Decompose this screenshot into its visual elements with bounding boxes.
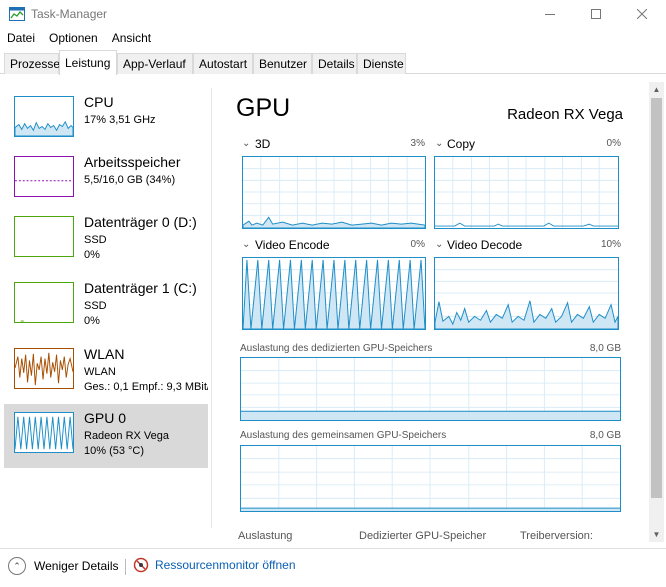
sidebar-memory-usage: 5,5/16,0 GB (34%) [84, 174, 176, 186]
sidebar-disk0-title: Datenträger 0 (D:) [84, 214, 197, 230]
title-bar: Task-Manager [0, 0, 666, 28]
wlan-thumbnail-graph [14, 348, 74, 389]
engine-video-decode-label[interactable]: Video Decode [447, 238, 522, 252]
disk0-thumbnail-graph [14, 216, 74, 257]
footer-bar: ⌃ Weniger Details Ressourcenmonitor öffn… [0, 548, 666, 587]
scroll-down-arrow-icon[interactable]: ▼ [649, 527, 664, 542]
sidebar-item-disk-1[interactable]: Datenträger 1 (C:) SSD 0% [4, 274, 208, 338]
memory-thumbnail-graph [14, 156, 74, 197]
maximize-icon [591, 9, 601, 19]
sidebar-disk0-type: SSD [84, 234, 107, 246]
shared-memory-value: 8,0 GB [589, 430, 621, 441]
vertical-scrollbar[interactable]: ▲ ▼ [649, 82, 664, 542]
sidebar-wlan-title: WLAN [84, 346, 125, 362]
engine-video-encode-label[interactable]: Video Encode [255, 238, 330, 252]
tab-leistung[interactable]: Leistung [59, 50, 117, 75]
close-button[interactable] [619, 0, 665, 28]
engine-copy-graph [434, 156, 619, 229]
chevron-down-icon[interactable]: ⌄ [435, 239, 443, 250]
shared-memory-label: Auslastung des gemeinsamen GPU-Speichers [240, 430, 447, 441]
sidebar-item-disk-0[interactable]: Datenträger 0 (D:) SSD 0% [4, 208, 208, 272]
shared-memory-graph [240, 445, 621, 512]
minimize-icon [545, 14, 555, 15]
resource-monitor-icon [133, 557, 149, 573]
sidebar-item-wlan[interactable]: WLAN WLAN Ges.: 0,1 Empf.: 9,3 MBit/s [4, 340, 208, 404]
disk1-thumbnail-graph [14, 282, 74, 323]
menu-ansicht[interactable]: Ansicht [105, 29, 158, 49]
minimize-button[interactable] [527, 0, 573, 28]
stat-label-dedicated-memory: Dedizierter GPU-Speicher [359, 530, 487, 542]
scroll-thumb[interactable] [651, 98, 662, 498]
dedicated-memory-graph [240, 357, 621, 421]
engine-copy-percent: 0% [606, 138, 621, 149]
sidebar-memory-title: Arbeitsspeicher [84, 154, 181, 170]
tab-autostart[interactable]: Autostart [193, 53, 253, 74]
sidebar-item-memory[interactable]: Arbeitsspeicher 5,5/16,0 GB (34%) [4, 148, 208, 212]
scroll-up-arrow-icon[interactable]: ▲ [649, 82, 664, 97]
gpu-detail-panel: GPU Radeon RX Vega ⌄ 3D 3% ⌄ Copy 0% ⌄ V… [213, 88, 649, 543]
tab-prozesse[interactable]: Prozesse [4, 53, 60, 74]
gpu-model-name: Radeon RX Vega [507, 106, 623, 123]
gpu-thumbnail-graph [14, 412, 74, 453]
sidebar-disk1-title: Datenträger 1 (C:) [84, 280, 197, 296]
sidebar-disk1-type: SSD [84, 300, 107, 312]
sidebar-item-gpu-0[interactable]: GPU 0 Radeon RX Vega 10% (53 °C) [4, 404, 208, 468]
task-manager-window: Task-Manager Datei Optionen Ansicht Proz… [0, 0, 666, 587]
sidebar-disk0-usage: 0% [84, 249, 100, 261]
tab-benutzer[interactable]: Benutzer [253, 53, 312, 74]
footer-divider [125, 559, 126, 575]
sidebar-gpu-usage: 10% (53 °C) [84, 445, 145, 457]
sidebar-disk1-usage: 0% [84, 315, 100, 327]
menu-optionen[interactable]: Optionen [42, 29, 105, 49]
sidebar-gpu-title: GPU 0 [84, 410, 127, 426]
sidebar-gpu-model: Radeon RX Vega [84, 430, 170, 442]
sidebar-cpu-usage: 17% 3,51 GHz [84, 114, 156, 126]
cpu-thumbnail-graph [14, 96, 74, 137]
close-icon [637, 9, 647, 19]
tab-bar: Prozesse Leistung App-Verlauf Autostart … [0, 50, 666, 75]
stat-label-usage: Auslastung [238, 530, 293, 542]
chevron-down-icon[interactable]: ⌄ [435, 138, 443, 149]
menu-bar: Datei Optionen Ansicht [0, 29, 158, 49]
tab-details[interactable]: Details [312, 53, 357, 74]
sidebar-item-cpu[interactable]: CPU 17% 3,51 GHz [4, 88, 208, 152]
chevron-down-icon[interactable]: ⌄ [242, 239, 250, 250]
dedicated-memory-value: 8,0 GB [589, 343, 621, 354]
engine-3d-graph [242, 156, 426, 229]
tab-app-verlauf[interactable]: App-Verlauf [117, 53, 193, 74]
stat-label-driver-version: Treiberversion: [520, 530, 593, 542]
engine-video-decode-graph [434, 257, 619, 330]
resource-monitor-label: Ressourcenmonitor öffnen [155, 558, 296, 572]
sidebar-wlan-adapter: WLAN [84, 366, 116, 378]
tab-dienste[interactable]: Dienste [357, 53, 406, 74]
menu-datei[interactable]: Datei [0, 29, 42, 49]
engine-video-encode-percent: 0% [410, 239, 425, 250]
maximize-button[interactable] [573, 0, 619, 28]
window-title: Task-Manager [31, 7, 108, 21]
sidebar-wlan-throughput: Ges.: 0,1 Empf.: 9,3 MBit/s [84, 381, 208, 393]
task-manager-icon [9, 7, 25, 21]
engine-video-decode-percent: 10% [600, 239, 621, 250]
engine-video-encode-graph [242, 257, 426, 330]
engine-copy-label[interactable]: Copy [447, 137, 475, 151]
sidebar-cpu-title: CPU [84, 94, 114, 110]
open-resource-monitor-link[interactable]: Ressourcenmonitor öffnen [133, 557, 296, 573]
page-title: GPU [236, 94, 291, 122]
chevron-down-icon[interactable]: ⌄ [242, 138, 250, 149]
fewer-details-label: Weniger Details [34, 559, 119, 573]
fewer-details-button[interactable]: ⌃ Weniger Details [8, 557, 118, 575]
dedicated-memory-label: Auslastung des dedizierten GPU-Speichers [240, 343, 433, 354]
chevron-up-circle-icon: ⌃ [8, 557, 26, 575]
performance-sidebar: CPU 17% 3,51 GHz Arbeitsspeicher 5,5/16,… [0, 88, 212, 528]
engine-3d-percent: 3% [410, 138, 425, 149]
engine-3d-label[interactable]: 3D [255, 137, 270, 151]
